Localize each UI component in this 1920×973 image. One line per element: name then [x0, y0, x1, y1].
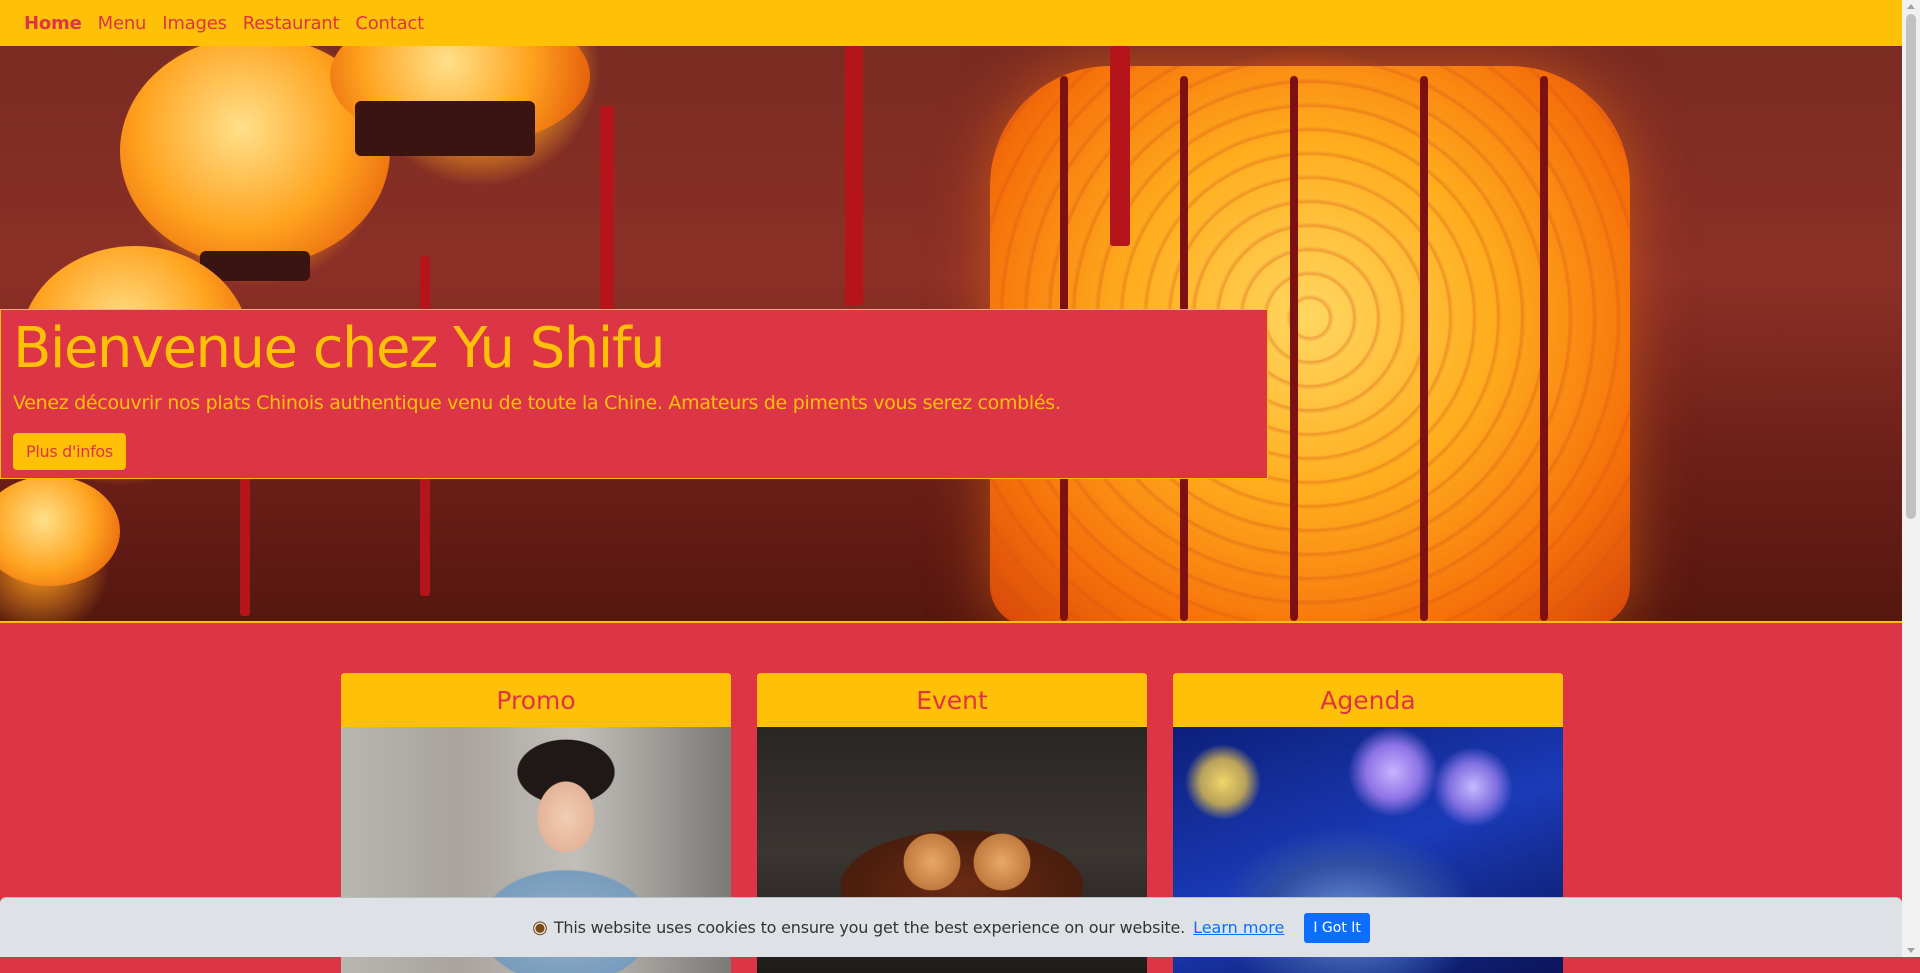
lantern-rib-decoration	[1540, 76, 1548, 621]
cookie-message: This website uses cookies to ensure you …	[553, 918, 1186, 937]
nav-home[interactable]: Home	[24, 13, 82, 34]
scroll-up-arrow-icon[interactable]	[1907, 4, 1915, 9]
nav-menu[interactable]: Menu	[98, 13, 147, 34]
scroll-thumb[interactable]	[1906, 14, 1916, 519]
card-title: Promo	[341, 673, 731, 728]
lantern-cap-decoration	[355, 101, 535, 156]
nav-images[interactable]: Images	[162, 13, 227, 34]
page-scrollbar[interactable]	[1902, 0, 1920, 957]
lantern-rib-decoration	[1420, 76, 1428, 621]
hero-divider	[0, 621, 1902, 623]
more-info-button[interactable]: Plus d'infos	[13, 433, 126, 470]
card-title: Agenda	[1173, 673, 1563, 728]
tassel-decoration	[1110, 46, 1130, 246]
lantern-rib-decoration	[1290, 76, 1298, 621]
nav-restaurant[interactable]: Restaurant	[243, 13, 340, 34]
welcome-jumbotron: Bienvenue chez Yu Shifu Venez découvrir …	[0, 309, 1268, 479]
tassel-decoration	[240, 466, 250, 616]
lantern-decoration	[0, 476, 120, 586]
card-title: Event	[757, 673, 1147, 728]
cookie-icon: ◉	[532, 917, 548, 937]
page-title: Bienvenue chez Yu Shifu	[13, 316, 666, 381]
navbar: Home Menu Images Restaurant Contact	[0, 0, 1902, 46]
nav-contact[interactable]: Contact	[355, 13, 424, 34]
learn-more-link[interactable]: Learn more	[1193, 918, 1284, 937]
hero-lead-text: Venez découvrir nos plats Chinois authen…	[13, 392, 1061, 414]
cookie-banner: ◉ This website uses cookies to ensure yo…	[0, 897, 1902, 957]
accept-cookies-button[interactable]: I Got It	[1304, 912, 1370, 943]
scroll-down-arrow-icon[interactable]	[1907, 948, 1915, 953]
tassel-decoration	[845, 46, 863, 306]
